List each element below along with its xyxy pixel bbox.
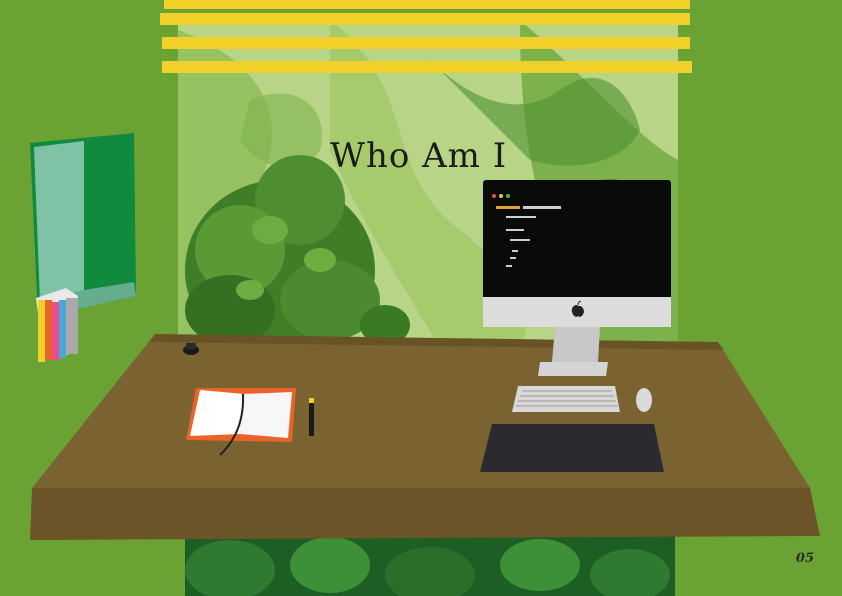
page-title: Who Am I: [330, 136, 508, 176]
mouse-icon: [636, 388, 652, 412]
mousepad: [480, 424, 664, 472]
page-number: 05: [795, 551, 814, 566]
hedge-below-desk: [185, 530, 675, 596]
books-icon: [36, 288, 78, 362]
desk: [30, 334, 820, 540]
scene-artwork: [0, 0, 842, 596]
illustration-scene: Who Am I 05: [0, 0, 842, 596]
keyboard-icon: [512, 386, 620, 412]
window-icon: [30, 133, 136, 318]
pencil-icon: [309, 398, 314, 436]
